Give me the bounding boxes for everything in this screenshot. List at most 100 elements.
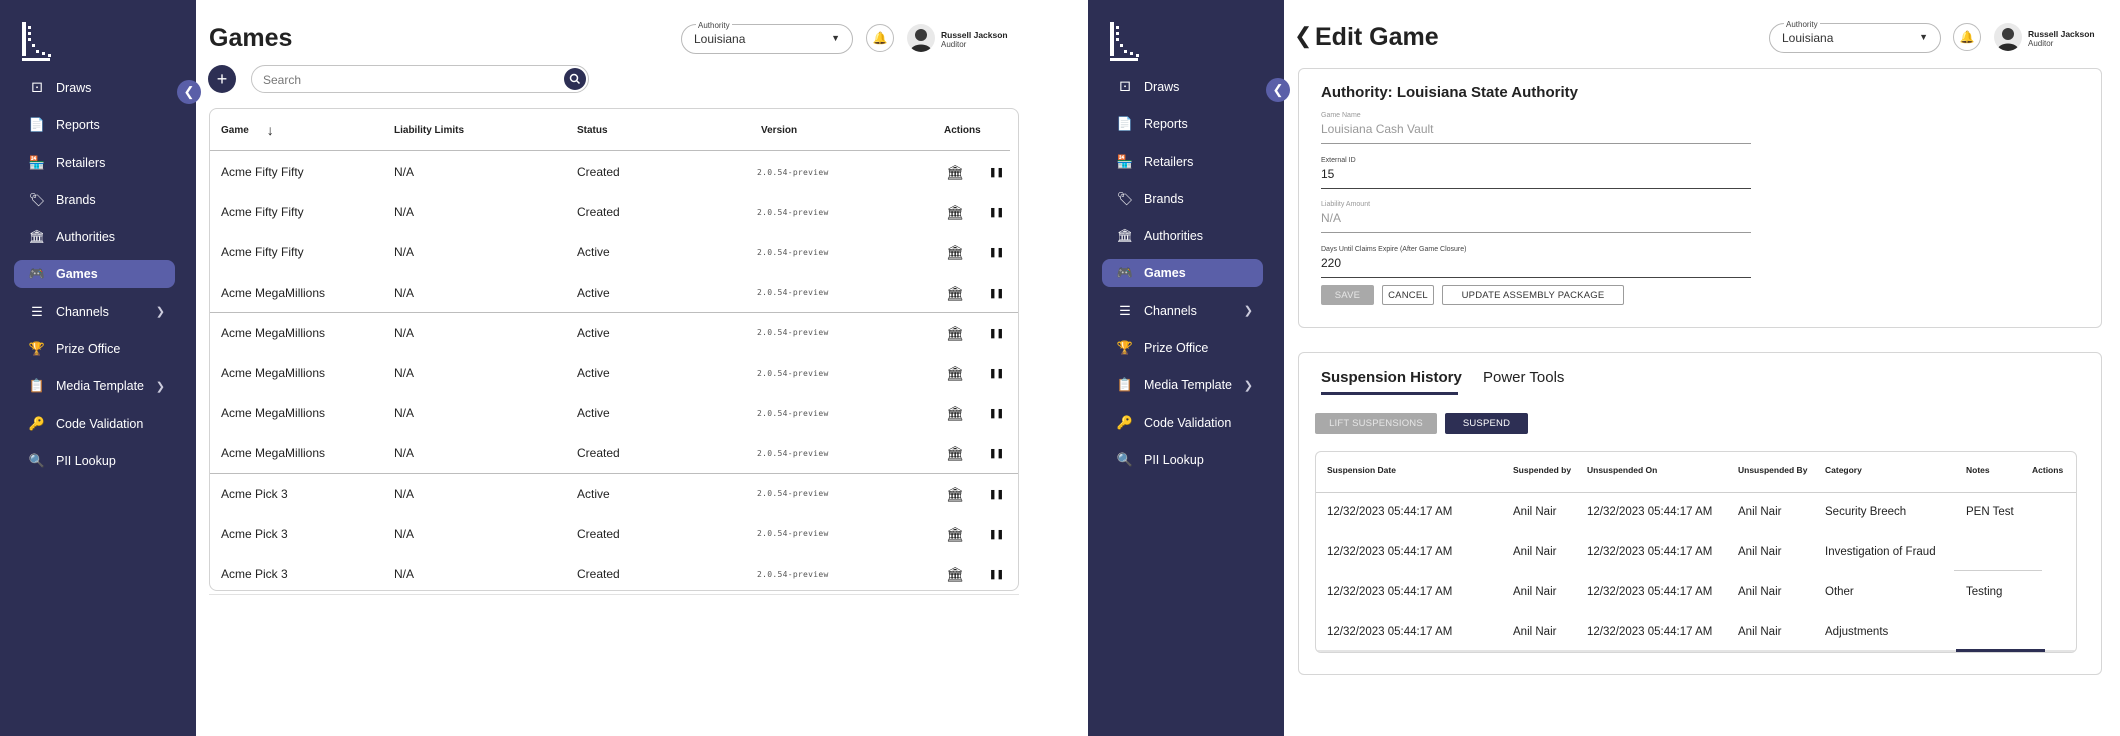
sidebar-item-authorities[interactable]: 🏛 Authorities [14,223,175,251]
institution-icon[interactable]: 🏛 [946,164,964,181]
table-row[interactable]: Acme MegaMillions N/A Created 2.0.54-previe… [210,433,1018,473]
institution-icon[interactable]: 🏛 [946,285,964,302]
institution-icon[interactable]: 🏛 [946,486,964,503]
institution-icon[interactable]: 🏛 [946,445,964,462]
pause-icon[interactable]: ❚❚ [989,448,1004,459]
sidebar-item-pii-lookup[interactable]: 🔍 PII Lookup [14,447,175,475]
pause-icon[interactable]: ❚❚ [989,328,1004,339]
institution-icon[interactable]: 🏛 [946,405,964,422]
search-button[interactable] [564,68,586,90]
sidebar-item-label: Prize Office [1144,341,1209,356]
authority-select[interactable]: Authority Louisiana ▼ [1769,20,1941,53]
sidebar-item-media-template[interactable]: 📋 Media Template ❯ [14,372,175,400]
sidebar-item-games[interactable]: 🎮 Games [1102,259,1263,288]
sidebar-nav: ⚀ Draws 📄 Reports 🏪 Retailers 🏷 Brands 🏛 Authorit… [14,74,175,484]
update-assembly-package-button[interactable]: UPDATE ASSEMBLY PACKAGE [1442,285,1624,305]
sidebar-item-retailers[interactable]: 🏪 Retailers [14,149,175,177]
add-game-button[interactable]: + [208,65,236,93]
table-row[interactable]: Acme MegaMillions N/A Active 2.0.54-preview… [210,313,1018,353]
pause-icon[interactable]: ❚❚ [989,167,1004,178]
sidebar-item-reports[interactable]: 📄 Reports [1102,110,1263,138]
suspend-button[interactable]: SUSPEND [1445,413,1528,434]
tag-icon: 🏷 [28,191,46,207]
pause-icon[interactable]: ❚❚ [989,408,1004,419]
pause-icon[interactable]: ❚❚ [989,247,1004,258]
notifications-button[interactable]: 🔔 [866,24,894,52]
sidebar-item-label: Draws [56,81,92,95]
suspension-row[interactable]: 12/32/2023 05:44:17 AM Anil Nair 12/32/202… [1316,580,2076,616]
tab-power-tools[interactable]: Power Tools [1483,369,1564,386]
save-button[interactable]: SAVE [1321,285,1374,305]
column-header-suspension-date: Suspension Date [1327,465,1396,475]
group-divider [210,472,1018,474]
scrollbar-thumb[interactable] [1956,649,2045,652]
avatar[interactable] [907,24,935,52]
table-row[interactable]: Acme Fifty Fifty N/A Created 2.0.54-preview… [210,192,1018,232]
sidebar-item-retailers[interactable]: 🏪 Retailers [1102,148,1263,176]
pause-icon[interactable]: ❚❚ [989,489,1004,500]
arrow-down-icon[interactable]: ↓ [267,122,274,138]
institution-icon[interactable]: 🏛 [946,204,964,221]
authority-select-value: Louisiana [1782,31,1834,45]
sidebar-item-reports[interactable]: 📄 Reports [14,111,175,139]
avatar[interactable] [1994,23,2022,51]
magnify-person-icon: 🔍 [1116,451,1134,467]
sidebar-item-games[interactable]: 🎮 Games [14,260,175,289]
sidebar-item-code-validation[interactable]: 🔑 Code Validation [14,410,175,438]
cancel-button[interactable]: CANCEL [1382,285,1434,305]
table-row[interactable]: Acme Pick 3 N/A Active 2.0.54-preview 🏛 ❚❚ [210,474,1018,514]
pause-icon[interactable]: ❚❚ [989,207,1004,218]
sidebar-item-draws[interactable]: ⚀ Draws [14,74,175,102]
sidebar-item-label: Code Validation [1144,415,1232,430]
pause-icon[interactable]: ❚❚ [989,569,1004,580]
header-divider [210,150,1010,151]
sidebar-item-code-validation[interactable]: 🔑 Code Validation [1102,409,1263,437]
collapse-sidebar-button[interactable]: ❮ [1266,78,1290,102]
lift-suspensions-button[interactable]: LIFT SUSPENSIONS [1315,413,1437,434]
sidebar-item-channels[interactable]: ☰ Channels ❯ [14,298,175,326]
search-input[interactable]: Search [251,65,589,93]
suspension-row[interactable]: 12/32/2023 05:44:17 AM Anil Nair 12/32/202… [1316,500,2076,536]
collapse-sidebar-button[interactable]: ❮ [177,80,201,104]
table-row[interactable]: Acme Fifty Fifty N/A Created 2.0.54-preview… [210,152,1018,192]
pause-icon[interactable]: ❚❚ [989,529,1004,540]
user-avatar-icon [1997,28,2019,51]
sidebar-item-brands[interactable]: 🏷 Brands [1102,185,1263,213]
sidebar-item-authorities[interactable]: 🏛 Authorities [1102,222,1263,250]
sidebar-item-media-template[interactable]: 📋 Media Template ❯ [1102,371,1263,399]
sidebar-item-brands[interactable]: 🏷 Brands [14,186,175,214]
liability-cell: N/A [394,567,415,581]
sidebar-item-draws[interactable]: ⚀ Draws [1102,73,1263,101]
table-row[interactable]: Acme Pick 3 N/A Created 2.0.54-preview 🏛 ❚❚ [210,554,1018,590]
trophy-icon: 🏆 [28,341,46,357]
back-button[interactable]: ❮ [1294,23,1312,49]
claims-expire-days-field[interactable]: Days Until Claims Expire (After Game Clo… [1321,246,1751,278]
suspension-row[interactable]: 12/32/2023 05:44:17 AM Anil Nair 12/32/202… [1316,540,2076,576]
sidebar-item-label: Channels [1144,303,1197,318]
pause-icon[interactable]: ❚❚ [989,368,1004,379]
institution-icon[interactable]: 🏛 [946,244,964,261]
institution-icon[interactable]: 🏛 [946,566,964,583]
table-row[interactable]: Acme Pick 3 N/A Created 2.0.54-preview 🏛 ❚❚ [210,514,1018,554]
pause-icon[interactable]: ❚❚ [989,288,1004,299]
authority-select[interactable]: Authority Louisiana ▼ [681,21,853,54]
game-cell: Acme MegaMillions [221,285,326,300]
notifications-button[interactable]: 🔔 [1953,23,1981,51]
table-row[interactable]: Acme MegaMillions N/A Active 2.0.54-preview… [210,273,1018,313]
version-cell: 2.0.54-preview [757,448,829,458]
table-row[interactable]: Acme Fifty Fifty N/A Active 2.0.54-preview 🏛… [210,232,1018,272]
chevron-left-icon: ❮ [183,84,195,99]
sidebar-item-prize-office[interactable]: 🏆 Prize Office [1102,334,1263,362]
table-row[interactable]: Acme MegaMillions N/A Active 2.0.54-preview… [210,393,1018,433]
tab-suspension-history[interactable]: Suspension History [1321,369,1462,386]
game-name-field: Game Name Louisiana Cash Vault [1321,112,1751,144]
institution-icon[interactable]: 🏛 [946,365,964,382]
sidebar-item-pii-lookup[interactable]: 🔍 PII Lookup [1102,446,1263,474]
external-id-field[interactable]: External ID 15 [1321,157,1751,189]
institution-icon[interactable]: 🏛 [946,325,964,342]
institution-icon[interactable]: 🏛 [946,526,964,543]
table-row[interactable]: Acme MegaMillions N/A Active 2.0.54-preview… [210,353,1018,393]
sidebar-item-prize-office[interactable]: 🏆 Prize Office [14,335,175,363]
sidebar-item-channels[interactable]: ☰ Channels ❯ [1102,297,1263,325]
column-header-game[interactable]: Game ↓ [221,109,274,151]
